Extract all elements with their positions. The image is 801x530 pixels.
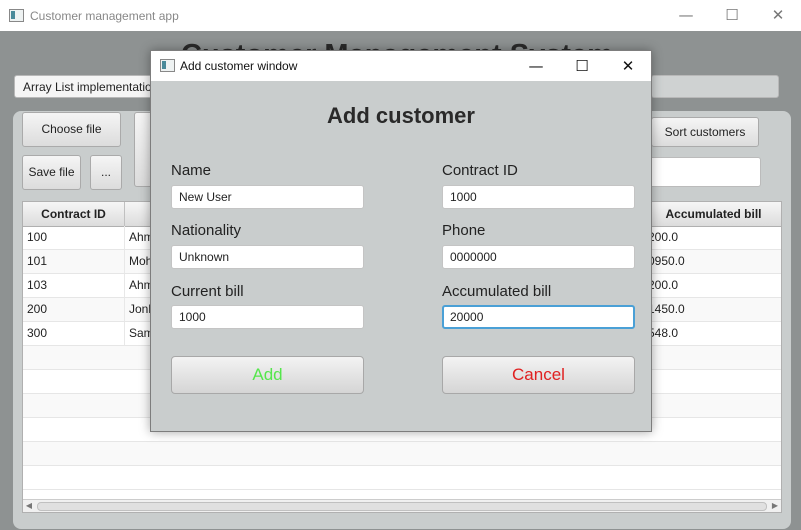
horizontal-scrollbar[interactable]: ◀ ▶ <box>23 499 781 512</box>
dialog-titlebar: Add customer window — ☐ ✕ <box>151 51 651 81</box>
dialog-close-icon[interactable]: ✕ <box>605 51 651 81</box>
dialog-heading: Add customer <box>327 103 475 128</box>
dialog-maximize-icon[interactable]: ☐ <box>559 51 605 81</box>
phone-input[interactable] <box>442 245 635 269</box>
cell-accumulated-bill: 200.0 <box>648 230 679 244</box>
cell-contract-id: 100 <box>23 226 125 249</box>
main-window-title: Customer management app <box>30 9 179 23</box>
cell-accumulated-bill: 0950.0 <box>648 254 685 268</box>
cancel-button[interactable]: Cancel <box>442 356 635 394</box>
accumulated-bill-label: Accumulated bill <box>442 283 552 300</box>
sort-customers-button[interactable]: Sort customers <box>651 117 759 147</box>
contract-id-label: Contract ID <box>442 162 518 179</box>
dialog-minimize-icon[interactable]: — <box>513 51 559 81</box>
current-bill-label: Current bill <box>171 283 244 300</box>
empty-row <box>23 466 781 490</box>
choose-file-button[interactable]: Choose file <box>22 112 121 147</box>
cell-accumulated-bill: 1450.0 <box>648 302 685 316</box>
name-label: Name <box>171 162 212 179</box>
app-icon <box>9 9 24 22</box>
nationality-input[interactable] <box>171 245 364 269</box>
scrollbar-thumb[interactable] <box>37 502 767 511</box>
implementation-select[interactable]: Array List implementation <box>14 75 154 98</box>
current-bill-input[interactable] <box>171 305 364 329</box>
cell-contract-id: 101 <box>23 250 125 273</box>
minimize-icon[interactable]: — <box>663 0 709 31</box>
cell-contract-id: 200 <box>23 298 125 321</box>
accumulated-bill-input[interactable] <box>442 305 635 329</box>
nationality-label: Nationality <box>171 222 242 239</box>
dialog-app-icon <box>160 59 175 72</box>
cell-accumulated-bill: 548.0 <box>648 326 679 340</box>
more-button[interactable]: ... <box>90 155 122 190</box>
main-titlebar: Customer management app — ☐ ✕ <box>0 0 801 31</box>
search-field[interactable] <box>649 157 761 187</box>
add-customer-dialog: Add customer window — ☐ ✕ Add customer N… <box>150 50 652 432</box>
empty-row <box>23 442 781 466</box>
scroll-left-icon[interactable]: ◀ <box>23 500 35 512</box>
secondary-select[interactable] <box>651 75 779 98</box>
add-button[interactable]: Add <box>171 356 364 394</box>
close-icon[interactable]: ✕ <box>755 0 801 31</box>
cell-contract-id: 300 <box>23 322 125 345</box>
dialog-title: Add customer window <box>180 59 298 73</box>
cell-accumulated-bill: 200.0 <box>648 278 679 292</box>
cell-contract-id: 103 <box>23 274 125 297</box>
save-file-button[interactable]: Save file <box>22 155 81 190</box>
scroll-right-icon[interactable]: ▶ <box>769 500 781 512</box>
contract-id-input[interactable] <box>442 185 635 209</box>
phone-label: Phone <box>442 222 486 239</box>
name-input[interactable] <box>171 185 364 209</box>
maximize-icon[interactable]: ☐ <box>709 0 755 31</box>
column-header-contract-id[interactable]: Contract ID <box>23 202 125 226</box>
column-header-accumulated-bill[interactable]: Accumulated bill <box>644 202 781 226</box>
